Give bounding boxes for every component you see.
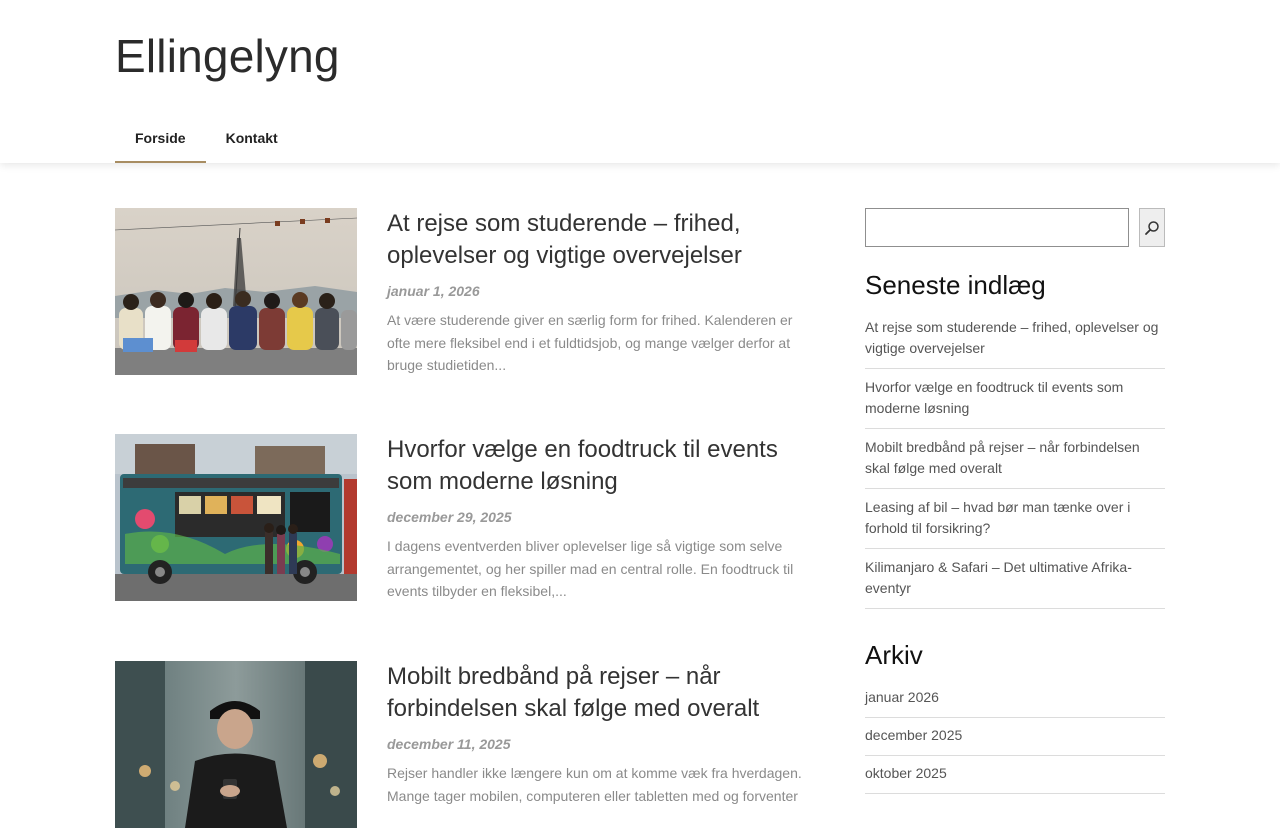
main-nav: Forside Kontakt	[115, 114, 298, 163]
recent-posts-title: Seneste indlæg	[865, 270, 1046, 300]
recent-posts-list: At rejse som studerende – frihed, opleve…	[865, 313, 1165, 609]
post-thumbnail[interactable]	[115, 208, 357, 375]
archive-link[interactable]: januar 2026	[865, 685, 1165, 718]
site-title[interactable]: Ellingelyng	[115, 28, 340, 84]
post-title[interactable]: Hvorfor vælge en foodtruck til events so…	[387, 434, 805, 498]
archive-title: Arkiv	[865, 640, 923, 670]
recent-post-link[interactable]: Hvorfor vælge en foodtruck til events so…	[865, 369, 1165, 429]
post-date[interactable]: december 29, 2025	[387, 508, 805, 526]
post-card: Hvorfor vælge en foodtruck til events so…	[115, 434, 805, 604]
site-header: Ellingelyng Forside Kontakt	[0, 0, 1280, 163]
post-card: At rejse som studerende – frihed, opleve…	[115, 208, 805, 378]
search-button[interactable]	[1139, 208, 1165, 247]
post-card: Mobilt bredbånd på rejser – når forbinde…	[115, 661, 805, 831]
post-date[interactable]: januar 1, 2026	[387, 282, 805, 300]
post-thumbnail[interactable]	[115, 661, 357, 828]
search-icon	[1145, 220, 1159, 235]
post-date[interactable]: december 11, 2025	[387, 735, 805, 753]
food-truck-image	[115, 434, 357, 601]
post-title[interactable]: Mobilt bredbånd på rejser – når forbinde…	[387, 661, 805, 725]
post-excerpt: I dagens eventverden bliver oplevelser l…	[387, 538, 794, 599]
students-image	[115, 208, 357, 375]
post-body: Mobilt bredbånd på rejser – når forbinde…	[387, 661, 805, 807]
archive-link[interactable]: oktober 2025	[865, 756, 1165, 794]
recent-post-link[interactable]: Leasing af bil – hvad bør man tænke over…	[865, 489, 1165, 549]
post-excerpt: Rejser handler ikke længere kun om at ko…	[387, 765, 802, 804]
recent-post-link[interactable]: Mobilt bredbånd på rejser – når forbinde…	[865, 429, 1165, 489]
search-form	[865, 208, 1165, 247]
post-excerpt: At være studerende giver en særlig form …	[387, 312, 793, 373]
search-input[interactable]	[865, 208, 1129, 247]
archive-link[interactable]: december 2025	[865, 718, 1165, 756]
nav-item-kontakt[interactable]: Kontakt	[206, 114, 298, 163]
post-title[interactable]: At rejse som studerende – frihed, opleve…	[387, 208, 805, 272]
recent-post-link[interactable]: Kilimanjaro & Safari – Det ultimative Af…	[865, 549, 1165, 609]
post-thumbnail[interactable]	[115, 434, 357, 601]
man-phone-image	[115, 661, 357, 828]
sidebar: Seneste indlæg At rejse som studerende –…	[865, 208, 1165, 794]
nav-item-forside[interactable]: Forside	[115, 114, 206, 163]
recent-post-link[interactable]: At rejse som studerende – frihed, opleve…	[865, 313, 1165, 369]
post-body: Hvorfor vælge en foodtruck til events so…	[387, 434, 805, 603]
archive-list: januar 2026 december 2025 oktober 2025	[865, 685, 1165, 794]
post-body: At rejse som studerende – frihed, opleve…	[387, 208, 805, 377]
